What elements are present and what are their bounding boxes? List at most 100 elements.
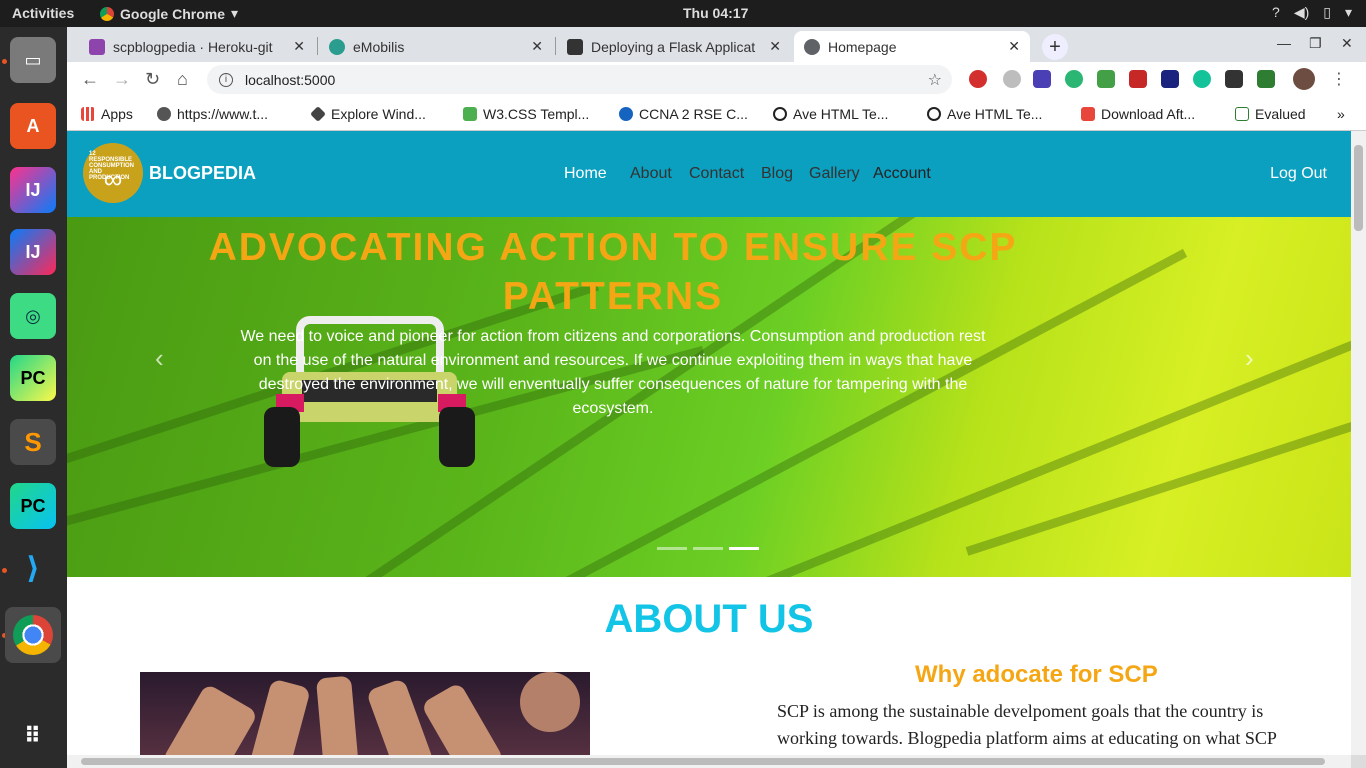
minimize-icon[interactable]: — — [1277, 35, 1291, 51]
carousel-indicator[interactable] — [693, 547, 723, 550]
close-icon[interactable]: ✕ — [1008, 38, 1020, 55]
nav-home[interactable]: Home — [564, 165, 607, 183]
nav-blog[interactable]: Blog — [761, 165, 793, 183]
close-icon[interactable]: ✕ — [531, 38, 543, 55]
extension-icon[interactable] — [1225, 70, 1243, 88]
home-icon[interactable]: ⌂ — [177, 69, 188, 90]
bookmark-item[interactable]: Download Aft... — [1081, 106, 1195, 122]
horizontal-scrollbar[interactable] — [67, 755, 1351, 768]
tab-homepage[interactable]: Homepage ✕ — [794, 31, 1030, 62]
about-image — [140, 672, 590, 755]
adblock-icon[interactable] — [969, 70, 987, 88]
extension-icon[interactable] — [1033, 70, 1051, 88]
hand-shape — [315, 675, 360, 755]
carousel-indicator-active[interactable] — [729, 547, 759, 550]
logout-link[interactable]: Log Out — [1270, 165, 1327, 183]
tab-emobilis[interactable]: eMobilis ✕ — [319, 31, 553, 62]
vertical-scrollbar[interactable] — [1351, 131, 1366, 755]
scrollbar-thumb[interactable] — [1354, 145, 1363, 231]
bookmark-label: Explore Wind... — [331, 106, 426, 122]
accessibility-icon[interactable]: ? — [1272, 4, 1280, 21]
chrome-dock-icon[interactable] — [5, 607, 61, 663]
vscode-icon[interactable]: ⟩ — [10, 545, 56, 591]
address-bar[interactable]: i localhost:5000 ☆ — [207, 65, 952, 94]
tab-strip: scpblogpedia · Heroku-git ✕ eMobilis ✕ D… — [67, 27, 1366, 62]
running-indicator — [2, 568, 7, 573]
extension-icon[interactable] — [1257, 70, 1275, 88]
activities-button[interactable]: Activities — [12, 5, 74, 21]
system-tray[interactable]: ? ◀) ▯ ▾ — [1272, 4, 1352, 21]
show-applications-icon[interactable]: ⠿ — [10, 713, 56, 759]
tab-heroku[interactable]: scpblogpedia · Heroku-git ✕ — [79, 31, 315, 62]
carousel-prev-icon[interactable]: ‹ — [155, 343, 164, 374]
site-navbar: 12 RESPONSIBLE CONSUMPTION AND PRODUCTIO… — [67, 131, 1351, 217]
bookmark-item[interactable]: Explore Wind... — [310, 106, 426, 122]
profile-avatar[interactable] — [1293, 68, 1315, 90]
app-menu-label: Google Chrome — [120, 5, 226, 22]
chevron-down-icon[interactable]: ▾ — [1345, 4, 1352, 21]
bookmark-item[interactable]: W3.CSS Templ... — [463, 106, 589, 122]
app-menu[interactable]: Google Chrome ▾ — [100, 5, 238, 22]
intellij-icon[interactable]: IJ — [10, 167, 56, 213]
running-indicator — [2, 59, 7, 64]
volume-icon[interactable]: ◀) — [1294, 4, 1309, 21]
reload-icon[interactable]: ↻ — [145, 69, 160, 90]
scrollbar-corner — [1351, 755, 1366, 768]
emobilis-icon — [329, 38, 345, 55]
extension-icon[interactable] — [1097, 70, 1115, 88]
bookmarks-bar: Apps https://www.t... Explore Wind... W3… — [67, 98, 1366, 131]
carousel-indicator[interactable] — [657, 547, 687, 550]
bookmark-label: https://www.t... — [177, 106, 269, 122]
nav-contact[interactable]: Contact — [689, 165, 744, 183]
pycharm-icon[interactable]: PC — [10, 483, 56, 529]
tab-title: Deploying a Flask Applicat — [591, 38, 756, 55]
bookmark-label: Download Aft... — [1101, 106, 1196, 122]
info-icon[interactable]: i — [219, 72, 233, 87]
grammarly-icon[interactable] — [1193, 70, 1211, 88]
pocket-icon[interactable] — [1129, 70, 1147, 88]
nav-account[interactable]: Account — [873, 165, 931, 183]
sdg12-logo[interactable]: 12 RESPONSIBLE CONSUMPTION AND PRODUCTIO… — [83, 143, 143, 203]
back-icon[interactable]: ← — [81, 69, 99, 90]
bookmarks-overflow-button[interactable]: » — [1337, 106, 1345, 122]
site-brand[interactable]: BLOGPEDIA — [149, 163, 256, 184]
extension-icon[interactable] — [1161, 70, 1179, 88]
software-center-icon[interactable]: A — [10, 103, 56, 149]
forward-icon[interactable]: → — [113, 69, 131, 90]
bookmark-item[interactable]: Ave HTML Te... — [773, 106, 888, 122]
hand-shape — [365, 677, 435, 755]
carousel-next-icon[interactable]: › — [1245, 343, 1254, 374]
bookmark-item[interactable]: CCNA 2 RSE C... — [619, 106, 748, 122]
hero-carousel[interactable]: ADVOCATING ACTION TO ENSURE SCP PATTERNS… — [67, 217, 1351, 577]
circle-icon — [927, 107, 941, 121]
extension-icon[interactable] — [1003, 70, 1021, 88]
close-icon[interactable]: ✕ — [769, 38, 781, 55]
bookmark-item[interactable]: Evalued — [1235, 106, 1306, 122]
close-window-icon[interactable]: ✕ — [1341, 35, 1353, 52]
heroku-icon — [89, 38, 105, 55]
menu-icon[interactable]: ⋮ — [1331, 69, 1347, 89]
bookmark-item[interactable]: Ave HTML Te... — [927, 106, 1042, 122]
tab-flask[interactable]: Deploying a Flask Applicat ✕ — [557, 31, 791, 62]
tab-title: scpblogpedia · Heroku-git — [113, 38, 273, 55]
android-studio-icon[interactable]: ◎ — [10, 293, 56, 339]
pycharm-icon[interactable]: PC — [10, 355, 56, 401]
nav-about[interactable]: About — [630, 165, 672, 183]
extension-icon[interactable] — [1065, 70, 1083, 88]
maximize-icon[interactable]: ❐ — [1309, 35, 1322, 52]
bookmark-apps[interactable]: Apps — [81, 106, 133, 122]
scrollbar-thumb[interactable] — [81, 758, 1325, 765]
nav-gallery[interactable]: Gallery — [809, 165, 860, 183]
files-icon[interactable]: ▭ — [10, 37, 56, 83]
clock[interactable]: Thu 04:17 — [683, 5, 748, 21]
browser-chrome: scpblogpedia · Heroku-git ✕ eMobilis ✕ D… — [67, 27, 1366, 131]
bookmark-star-icon[interactable]: ☆ — [928, 70, 942, 90]
battery-icon[interactable]: ▯ — [1323, 4, 1331, 21]
chevron-right-icon: » — [1337, 106, 1345, 122]
page-viewport[interactable]: 12 RESPONSIBLE CONSUMPTION AND PRODUCTIO… — [67, 131, 1351, 755]
sublime-text-icon[interactable]: S — [10, 419, 56, 465]
close-icon[interactable]: ✕ — [293, 38, 305, 55]
bookmark-item[interactable]: https://www.t... — [157, 106, 268, 122]
new-tab-button[interactable]: + — [1042, 34, 1068, 60]
intellij-icon[interactable]: IJ — [10, 229, 56, 275]
